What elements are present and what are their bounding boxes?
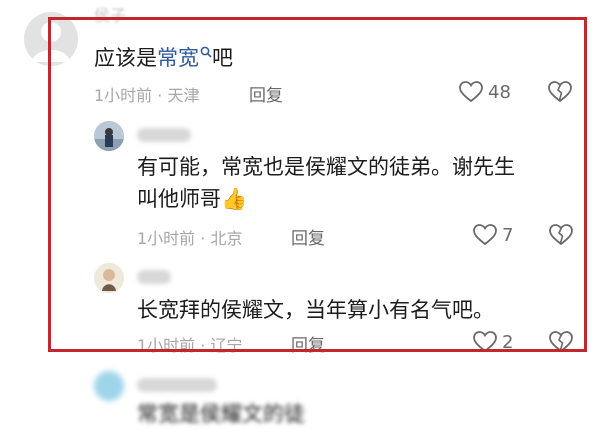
highlight-box (48, 17, 587, 352)
reply-text: 常宽是侯耀文的徒 (137, 402, 305, 426)
avatar[interactable] (94, 371, 124, 401)
username[interactable] (137, 378, 217, 392)
